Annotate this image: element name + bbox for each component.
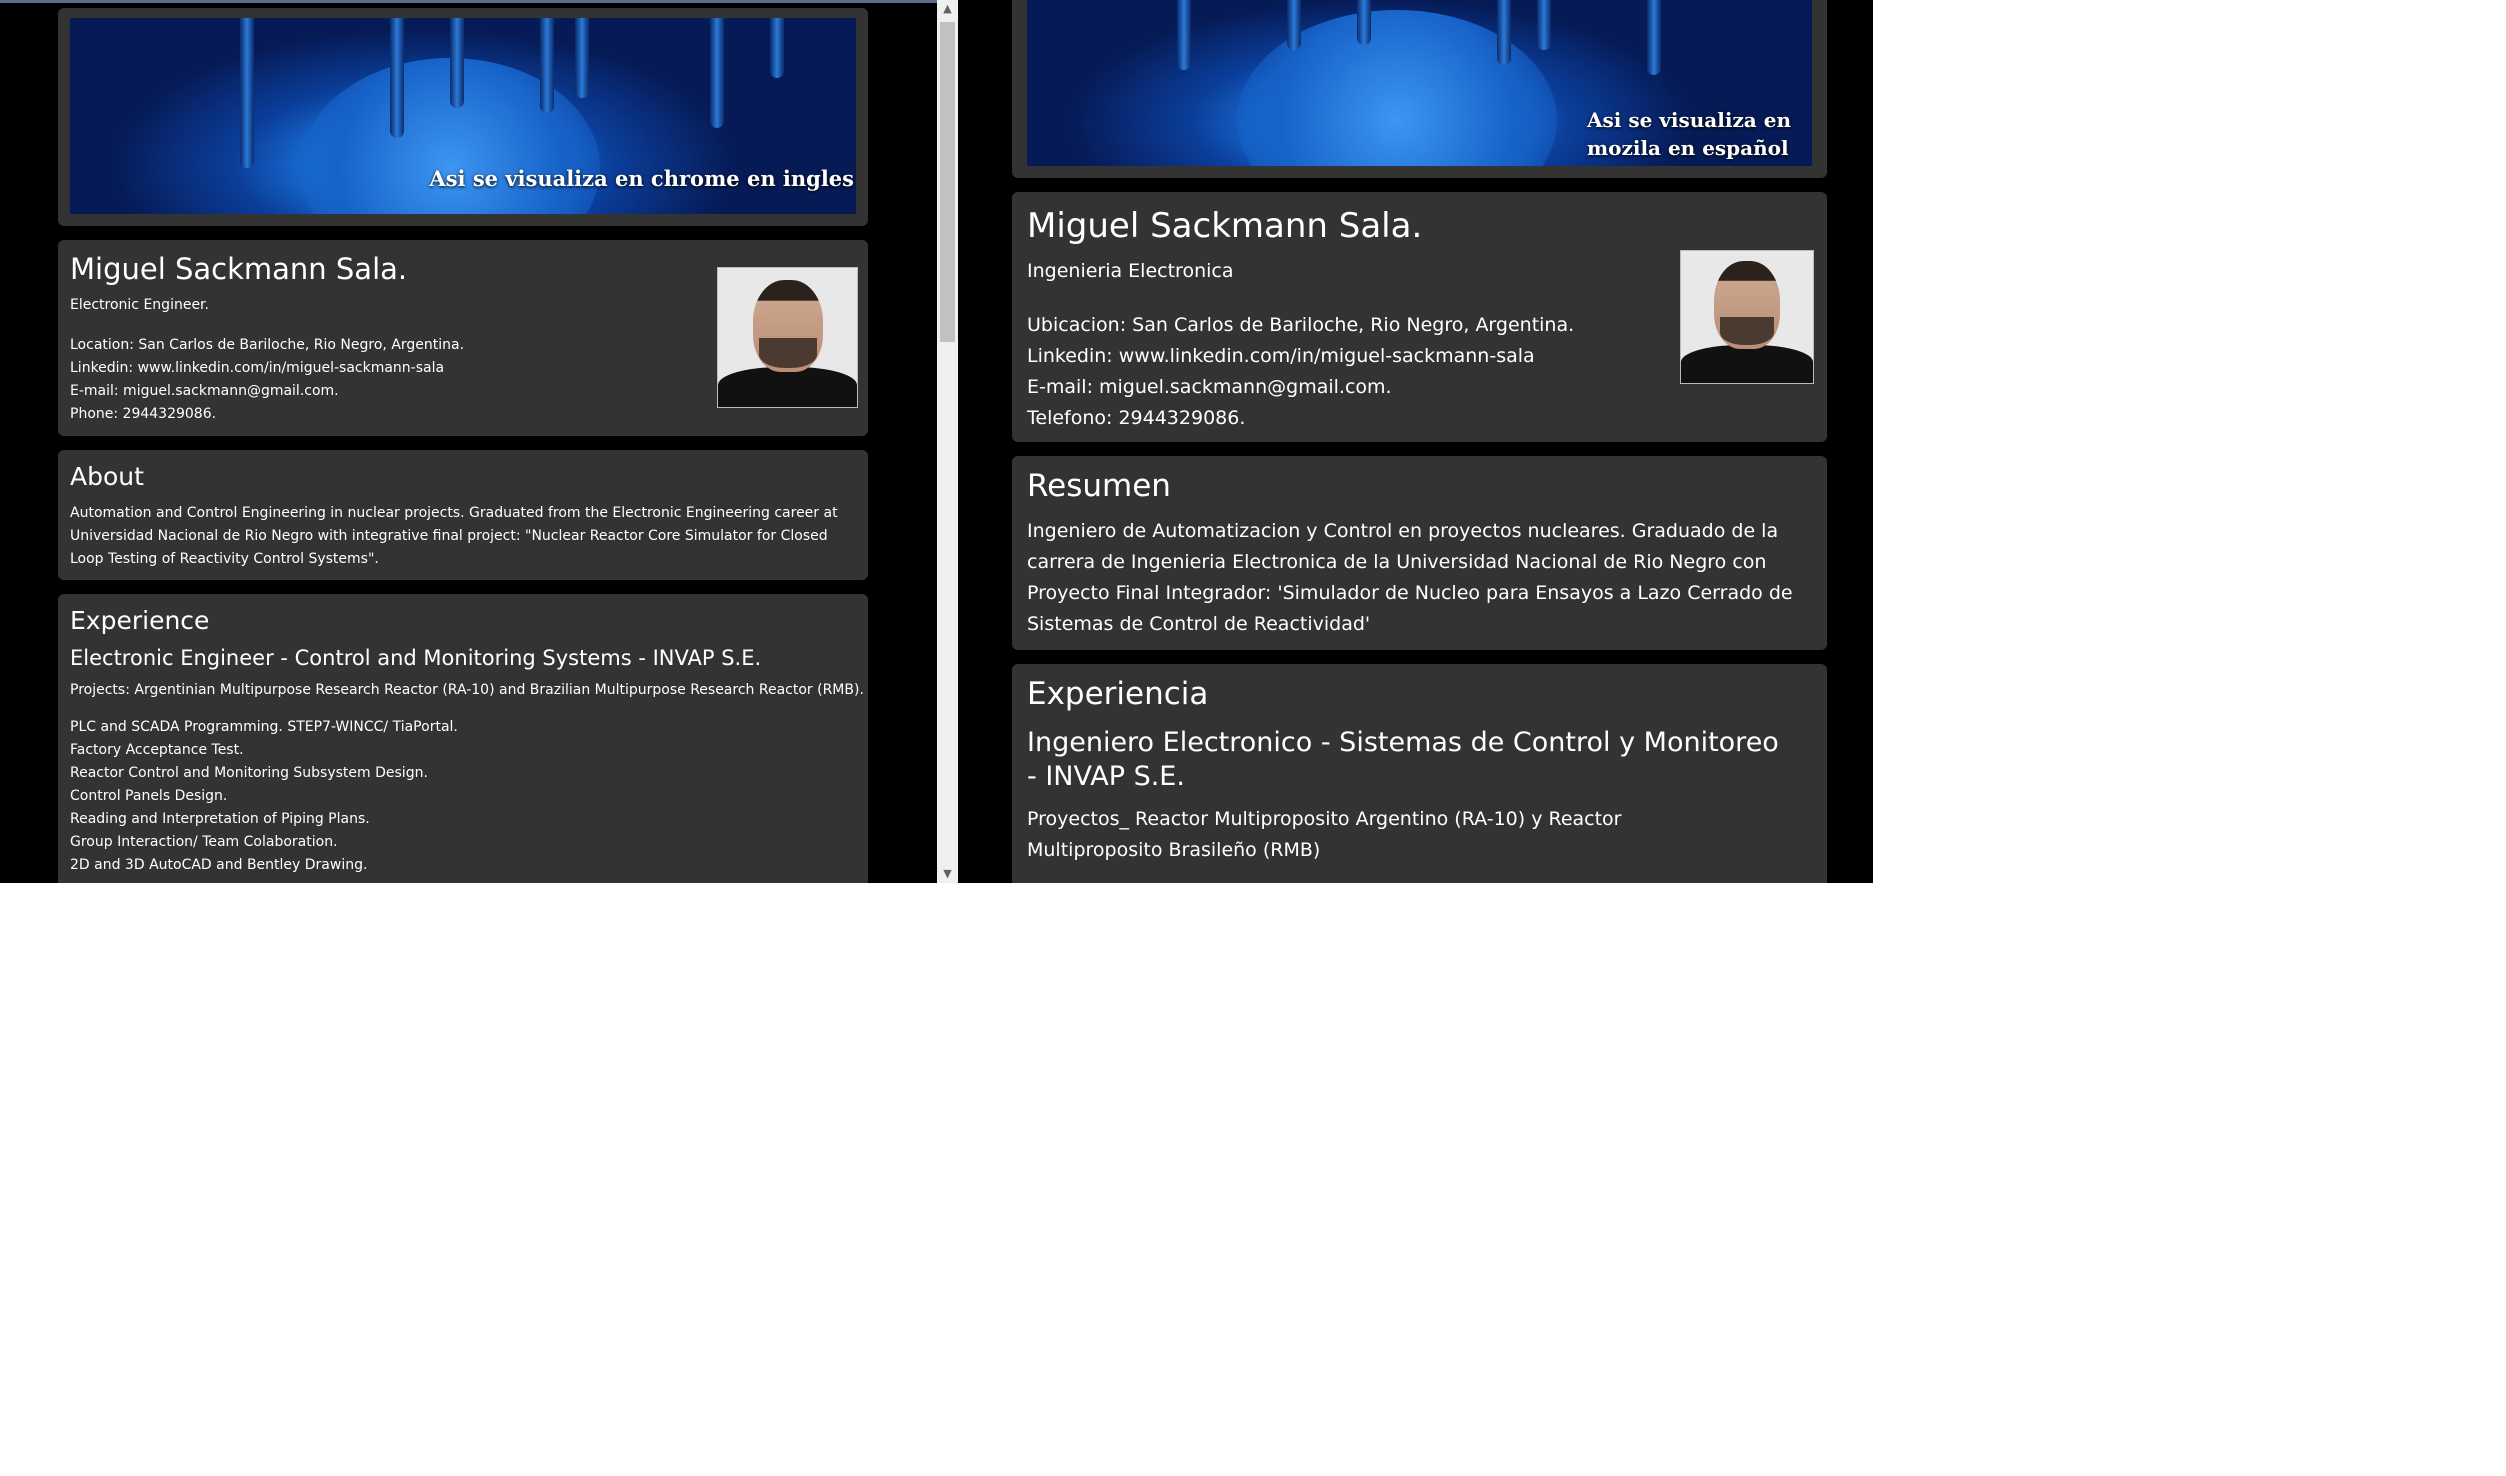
task-item: Reading and Interpretation of Piping Pla…: [70, 811, 370, 827]
job-title: Ingeniero Electronico - Sistemas de Cont…: [1027, 727, 1779, 792]
about-card: About Automation and Control Engineering…: [58, 450, 868, 580]
profile-email[interactable]: E-mail: miguel.sackmann@gmail.com.: [70, 380, 464, 403]
scroll-down-arrow-icon[interactable]: ▼: [937, 865, 958, 883]
profile-phone: Telefono: 2944329086.: [1027, 407, 1246, 429]
experience-heading: Experience: [70, 606, 210, 635]
profile-phone: Phone: 2944329086.: [70, 406, 217, 422]
task-item: PLC and SCADA Programming. STEP7-WINCC/ …: [70, 719, 458, 735]
banner-caption: Asi se visualiza en chrome en ingles: [429, 166, 854, 191]
task-item: Factory Acceptance Test.: [70, 742, 244, 758]
job-projects: Projects: Argentinian Multipurpose Resea…: [70, 682, 864, 698]
task-item: Group Interaction/ Team Colaboration.: [70, 834, 338, 850]
left-browser-pane: Asi se visualiza en chrome en ingles Mig…: [0, 0, 962, 883]
profile-linkedin[interactable]: Linkedin: www.linkedin.com/in/miguel-sac…: [70, 357, 464, 380]
window-top-border: [0, 0, 940, 3]
profile-photo: [717, 267, 858, 408]
job-title: Electronic Engineer - Control and Monito…: [70, 646, 762, 670]
task-item: Control Panels Design.: [70, 788, 228, 804]
about-heading: About: [70, 462, 144, 491]
about-text: Ingeniero de Automatizacion y Control en…: [1027, 520, 1793, 635]
right-browser-pane: Asi se visualiza en mozila en español Mi…: [962, 0, 1873, 883]
banner-card: Asi se visualiza en chrome en ingles: [58, 8, 868, 226]
profile-email[interactable]: E-mail: miguel.sackmann@gmail.com.: [1027, 372, 1574, 403]
banner-card: Asi se visualiza en mozila en español: [1012, 0, 1827, 178]
profile-location: Location: San Carlos de Bariloche, Rio N…: [70, 337, 465, 353]
profile-name: Miguel Sackmann Sala.: [70, 252, 408, 286]
task-item: Reactor Control and Monitoring Subsystem…: [70, 765, 428, 781]
about-card: Resumen Ingeniero de Automatizacion y Co…: [1012, 456, 1827, 650]
profile-name: Miguel Sackmann Sala.: [1027, 206, 1423, 246]
profile-title: Ingenieria Electronica: [1027, 260, 1234, 282]
profile-location: Ubicacion: San Carlos de Bariloche, Rio …: [1027, 314, 1575, 336]
job-projects: Proyectos_ Reactor Multiproposito Argent…: [1027, 808, 1622, 861]
experience-card: Experiencia Ingeniero Electronico - Sist…: [1012, 664, 1827, 883]
profile-card: Miguel Sackmann Sala. Ingenieria Electro…: [1012, 192, 1827, 442]
task-item: 2D and 3D AutoCAD and Bentley Drawing.: [70, 857, 368, 873]
experience-heading: Experiencia: [1027, 676, 1209, 712]
profile-linkedin[interactable]: Linkedin: www.linkedin.com/in/miguel-sac…: [1027, 341, 1574, 372]
about-heading: Resumen: [1027, 468, 1171, 504]
profile-card: Miguel Sackmann Sala. Electronic Enginee…: [58, 240, 868, 436]
banner-caption: Asi se visualiza en mozila en español: [1586, 108, 1791, 160]
profile-photo: [1680, 250, 1814, 384]
scrollbar-thumb[interactable]: [940, 22, 955, 342]
experience-card: Experience Electronic Engineer - Control…: [58, 594, 868, 883]
scroll-up-arrow-icon[interactable]: ▲: [937, 0, 958, 18]
profile-title: Electronic Engineer.: [70, 297, 209, 313]
about-text: Automation and Control Engineering in nu…: [70, 505, 838, 567]
vertical-scrollbar[interactable]: ▲ ▼: [937, 0, 958, 883]
